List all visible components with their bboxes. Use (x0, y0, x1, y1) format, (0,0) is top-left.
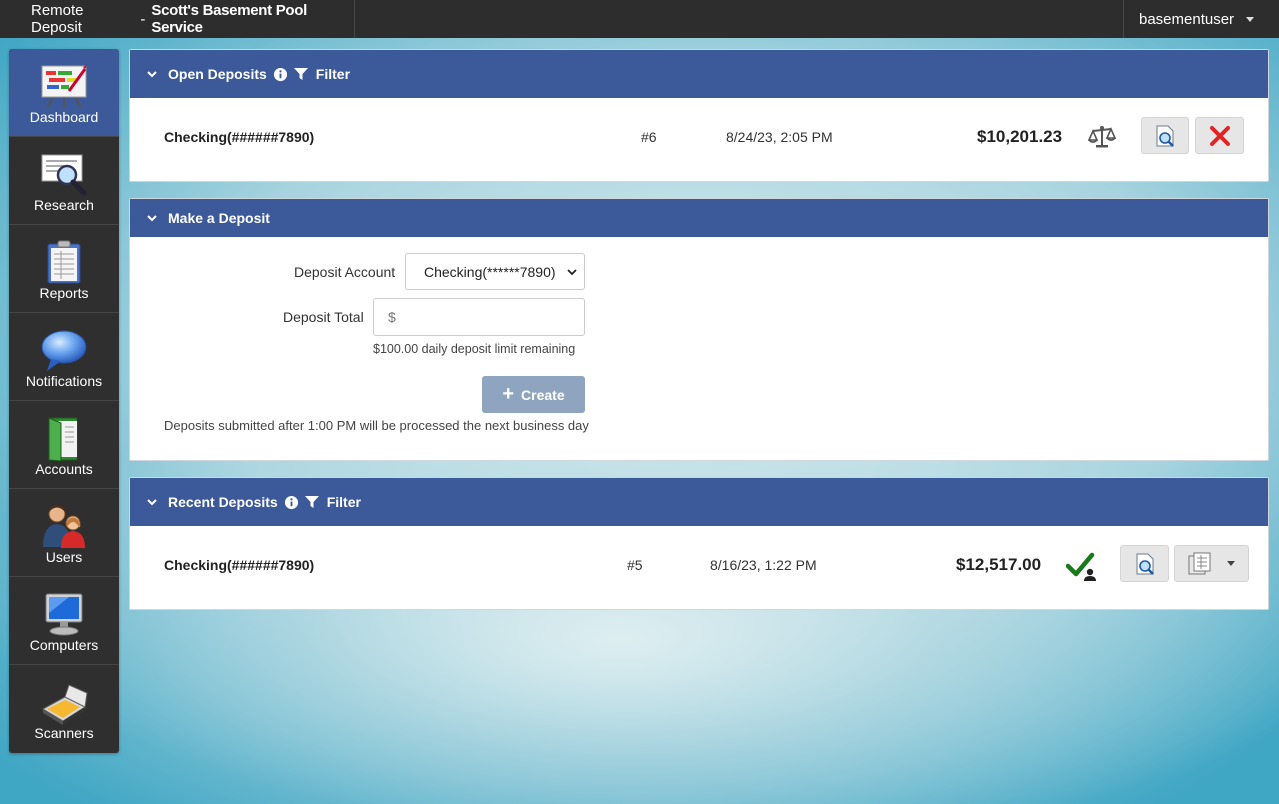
table-row: Checking(######7890) #5 8/16/23, 1:22 PM… (130, 526, 1268, 610)
filter-icon (293, 68, 308, 80)
delete-deposit-button[interactable] (1195, 117, 1244, 154)
filter-icon (304, 496, 319, 508)
filter-button[interactable]: Filter (299, 494, 361, 510)
brand-separator: - (140, 10, 146, 28)
panel-title: Recent Deposits (168, 494, 278, 510)
filter-label: Filter (326, 494, 361, 510)
sidebar-item-computers[interactable]: Computers (9, 577, 119, 665)
computers-icon (45, 593, 83, 636)
accounts-icon (48, 417, 78, 461)
recent-deposits-header: Recent Deposits Filter (130, 478, 1268, 526)
sidebar-item-label: Users (45, 549, 83, 565)
view-deposit-button[interactable] (1120, 545, 1169, 582)
open-deposits-header: Open Deposits Filter (130, 50, 1268, 98)
deposit-datetime: 8/24/23, 2:05 PM (726, 129, 833, 145)
deposit-account: Checking(######7890) (164, 557, 315, 573)
panel-title: Make a Deposit (168, 210, 270, 226)
dashboard-icon (41, 65, 87, 109)
deposit-account-label: Deposit Account (294, 264, 396, 280)
sidebar-item-label: Dashboard (29, 109, 99, 125)
chevron-down-icon (567, 269, 577, 276)
reports-icon (47, 240, 81, 284)
open-deposits-panel: Open Deposits Filter Checking(######7890… (129, 49, 1269, 182)
deposit-datetime: 8/16/23, 1:22 PM (710, 557, 817, 573)
user-menu[interactable]: basementuser (1123, 0, 1279, 38)
filter-button[interactable]: Filter (288, 66, 350, 82)
deposit-total-label: Deposit Total (283, 309, 364, 325)
username: basementuser (1139, 10, 1235, 28)
table-row: Checking(######7890) #6 8/24/23, 2:05 PM… (130, 98, 1268, 182)
sidebar-item-scanners[interactable]: Scanners (9, 665, 119, 753)
filter-label: Filter (315, 66, 351, 82)
sidebar-item-label: Computers (29, 637, 99, 653)
info-icon[interactable] (273, 67, 288, 82)
reports-dropdown-button[interactable] (1174, 545, 1249, 582)
deposit-account-select[interactable]: Checking(******7890) (405, 253, 585, 290)
currency-prefix: $ (388, 309, 396, 325)
panel-title: Open Deposits (168, 66, 267, 82)
chevron-down-icon (1227, 561, 1235, 566)
sidebar-item-accounts[interactable]: Accounts (9, 401, 119, 489)
deposit-total-input[interactable] (404, 300, 580, 334)
close-icon (1209, 125, 1230, 146)
users-icon (43, 505, 85, 548)
balance-scale-icon[interactable] (1088, 125, 1116, 149)
research-icon (41, 154, 87, 196)
chevron-down-icon[interactable] (146, 496, 158, 508)
view-document-icon (1156, 125, 1174, 147)
deposit-amount: $10,201.23 (977, 127, 1063, 146)
top-bar: Remote Deposit - Scott's Basement Pool S… (0, 0, 1279, 38)
company-name: Scott's Basement Pool Service (151, 2, 308, 36)
brand: Remote Deposit - Scott's Basement Pool S… (0, 0, 355, 38)
make-deposit-header: Make a Deposit (130, 199, 1268, 237)
sidebar-item-label: Notifications (25, 373, 103, 389)
deposit-number: #5 (627, 557, 643, 573)
sidebar-item-label: Reports (39, 285, 89, 301)
notifications-icon (41, 330, 87, 371)
copy-reports-icon (1188, 552, 1211, 574)
sidebar-item-reports[interactable]: Reports (9, 225, 119, 313)
deposit-account: Checking(######7890) (164, 129, 315, 145)
make-deposit-panel: Make a Deposit Deposit Account Checking(… (129, 198, 1269, 461)
create-label: Create (521, 386, 565, 403)
chevron-down-icon[interactable] (146, 68, 158, 80)
sidebar-item-dashboard[interactable]: Dashboard (9, 49, 119, 137)
recent-deposits-panel: Recent Deposits Filter Checking(######78… (129, 477, 1269, 610)
deposit-amount: $12,517.00 (956, 555, 1042, 574)
sidebar-item-label: Accounts (35, 461, 93, 477)
create-button[interactable]: + Create (482, 376, 585, 413)
chevron-down-icon[interactable] (146, 212, 158, 224)
sidebar-item-notifications[interactable]: Notifications (9, 313, 119, 401)
deposit-number: #6 (641, 129, 657, 145)
deposit-limit-hint: $100.00 daily deposit limit remaining (373, 342, 576, 356)
sidebar-item-research[interactable]: Research (9, 137, 119, 225)
approved-check-icon (1066, 552, 1096, 581)
info-icon[interactable] (284, 495, 299, 510)
scanners-icon (41, 684, 88, 725)
deposit-account-value: Checking(******7890) (424, 263, 556, 280)
plus-icon: + (502, 382, 515, 405)
view-deposit-button[interactable] (1141, 117, 1189, 154)
sidebar-item-label: Research (34, 197, 94, 213)
sidebar-item-label: Scanners (34, 725, 94, 741)
view-document-icon (1136, 553, 1154, 575)
sidebar: Dashboard Research Reports Notifications… (9, 49, 119, 753)
chevron-down-icon (1246, 16, 1255, 22)
deposit-total-field[interactable]: $ (373, 298, 585, 336)
sidebar-item-users[interactable]: Users (9, 489, 119, 577)
cutoff-note: Deposits submitted after 1:00 PM will be… (164, 418, 589, 433)
app-name: Remote Deposit (31, 2, 84, 36)
